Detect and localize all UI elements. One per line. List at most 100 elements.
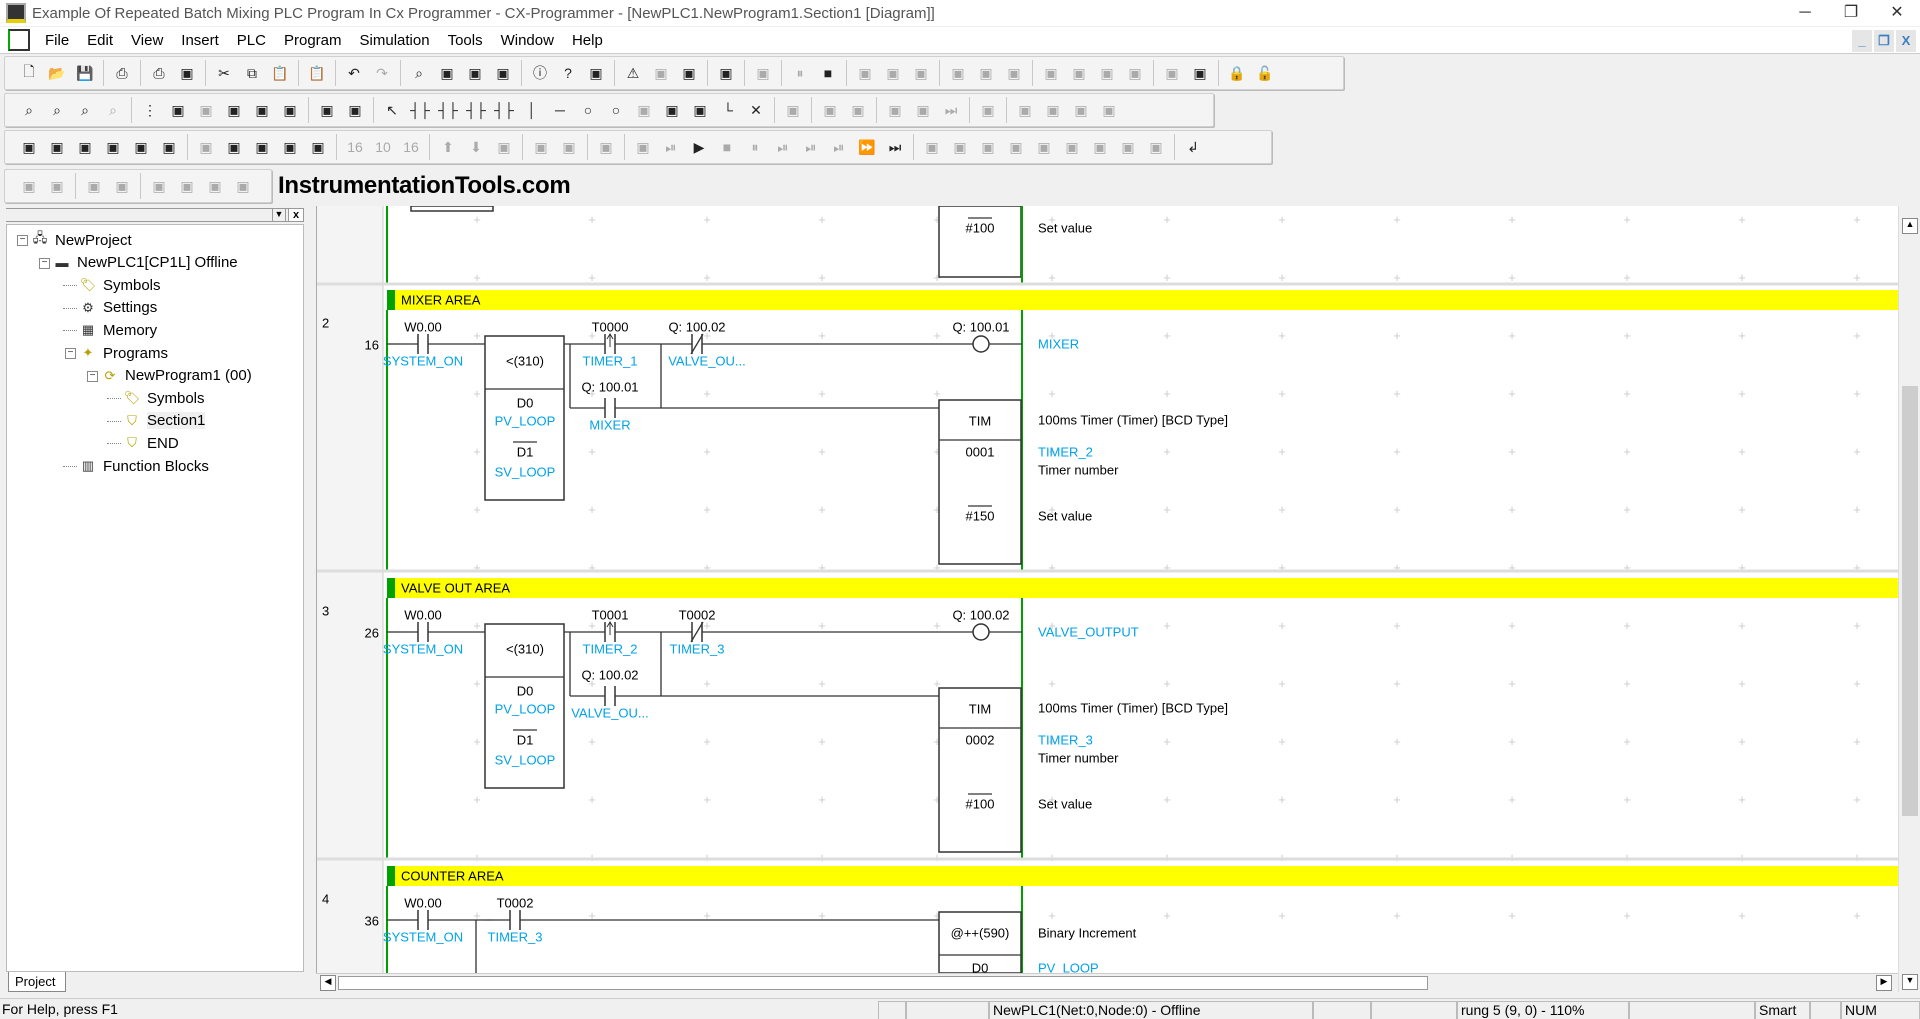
check-icon[interactable]: ▣ [1042, 99, 1064, 121]
break2-icon[interactable]: ▣ [949, 136, 971, 158]
monitor-diff-icon[interactable]: ▣ [493, 136, 515, 158]
menu-plc[interactable]: PLC [228, 32, 275, 49]
break-icon[interactable]: ▣ [921, 136, 943, 158]
vertical-icon[interactable]: │ [521, 99, 543, 121]
trigger3-icon[interactable]: ▣ [1089, 136, 1111, 158]
hand-icon[interactable]: ▣ [632, 136, 654, 158]
dropdown-icon[interactable]: ▼ [272, 208, 286, 222]
stop-icon[interactable]: ■ [817, 62, 839, 84]
list-icon[interactable]: ▣ [83, 175, 105, 197]
menu-program[interactable]: Program [275, 32, 351, 49]
list2-icon[interactable]: ▣ [111, 175, 133, 197]
end-edit-icon[interactable]: ⏭ [940, 99, 962, 121]
break3-icon[interactable]: ▣ [977, 136, 999, 158]
symbols-icon[interactable]: ▣ [223, 136, 245, 158]
verify2-icon[interactable]: ▣ [1098, 99, 1120, 121]
ci-icon[interactable]: ▣ [344, 99, 366, 121]
mdi-minimize-button[interactable]: _ [1852, 30, 1872, 52]
horizontal-scrollbar[interactable]: ◀ ▶ [316, 973, 1898, 992]
online-edit-icon[interactable]: ▣ [782, 99, 804, 121]
watch-icon[interactable]: ▣ [74, 136, 96, 158]
window-icon[interactable]: ▣ [130, 136, 152, 158]
close-panel-icon[interactable]: x [288, 208, 304, 222]
timechart-icon[interactable]: ▣ [1189, 62, 1211, 84]
indent-icon[interactable]: ▣ [18, 175, 40, 197]
contact-no-icon[interactable]: ┤├ [409, 99, 431, 121]
trace3-icon[interactable]: ▣ [204, 175, 226, 197]
io-table-icon[interactable]: ▣ [977, 99, 999, 121]
symbol-table-icon[interactable]: ▣ [251, 99, 273, 121]
tree-item-newproject[interactable]: 🖧 NewProject [31, 229, 132, 251]
redo-icon[interactable]: ↷ [371, 62, 393, 84]
trigger4-icon[interactable]: ▣ [1117, 136, 1139, 158]
cancel-edit-icon[interactable]: ▣ [884, 99, 906, 121]
pause-icon[interactable]: ⏸ [789, 62, 811, 84]
tree-item-newplc1-cp1l-offline[interactable]: ▬ NewPLC1[CP1L] Offline [53, 252, 238, 274]
change-icon[interactable]: ▣ [1124, 62, 1146, 84]
print-icon[interactable]: ⎙ [148, 62, 170, 84]
cancel-force-icon[interactable]: ▣ [1003, 62, 1025, 84]
open-icon[interactable]: 📂 [46, 62, 68, 84]
or-no-icon[interactable]: ┤├ [465, 99, 487, 121]
step-in-icon[interactable]: ⏯ [772, 136, 794, 158]
mnemonic-icon[interactable]: ▣ [279, 136, 301, 158]
undo-icon[interactable]: ↶ [343, 62, 365, 84]
tree-item-section1[interactable]: ⛉ Section1 [123, 410, 206, 432]
copy-icon[interactable]: ⧉ [241, 62, 263, 84]
return-icon[interactable]: ↲ [1182, 136, 1204, 158]
begin-edit-icon[interactable]: ▣ [912, 99, 934, 121]
scroll-right-icon[interactable]: ▶ [1876, 975, 1892, 991]
menu-insert[interactable]: Insert [172, 32, 228, 49]
menu-window[interactable]: Window [492, 32, 563, 49]
run-icon[interactable]: ▶ [688, 136, 710, 158]
contact-nc-icon[interactable]: ┤├ [437, 99, 459, 121]
scroll-left-icon[interactable]: ◀ [320, 975, 336, 991]
coil-icon[interactable]: ○ [577, 99, 599, 121]
tree-item-symbols[interactable]: 🏷 Symbols [123, 387, 205, 409]
sim-icon[interactable]: ▣ [530, 136, 552, 158]
mdi-restore-button[interactable]: ❐ [1874, 30, 1894, 52]
save-icon[interactable]: 💾 [74, 62, 96, 84]
collapse-icon[interactable]: − [87, 370, 98, 382]
online-icon[interactable]: ▣ [650, 62, 672, 84]
tree-icon[interactable]: ▣ [279, 99, 301, 121]
memory-card-icon[interactable]: ▣ [1014, 99, 1036, 121]
trace2-icon[interactable]: ▣ [176, 175, 198, 197]
close-button[interactable]: ✕ [1874, 0, 1920, 26]
select-icon[interactable]: ↖ [381, 99, 403, 121]
upload-icon[interactable]: ▣ [882, 62, 904, 84]
menu-help[interactable]: Help [563, 32, 612, 49]
collapse-icon[interactable]: − [65, 348, 76, 359]
unlock-icon[interactable]: 🔓 [1254, 62, 1276, 84]
compare-icon[interactable]: ▣ [910, 62, 932, 84]
warning-icon[interactable]: ⚠ [622, 62, 644, 84]
collapse-icon[interactable]: − [17, 235, 28, 246]
horizontal-scroll-thumb[interactable] [338, 976, 1428, 990]
tree-item-function-blocks[interactable]: ▥ Function Blocks [79, 455, 209, 477]
build-icon[interactable]: ▣ [46, 136, 68, 158]
download-icon[interactable]: ▣ [847, 99, 869, 121]
task-icon[interactable]: ▣ [595, 136, 617, 158]
paste-icon[interactable]: 📋 [269, 62, 291, 84]
restore-button[interactable]: ❐ [1828, 0, 1874, 26]
trace4-icon[interactable]: ▣ [232, 175, 254, 197]
tree-item-memory[interactable]: ▦ Memory [79, 319, 157, 341]
preview-icon[interactable]: ▣ [176, 62, 198, 84]
menu-simulation[interactable]: Simulation [351, 32, 439, 49]
trigger-icon[interactable]: ▣ [1033, 136, 1055, 158]
force-on-icon[interactable]: ▣ [947, 62, 969, 84]
menu-view[interactable]: View [122, 32, 172, 49]
properties-icon[interactable]: ▣ [158, 136, 180, 158]
info-icon[interactable]: ⓘ [529, 62, 551, 84]
trigger2-icon[interactable]: ▣ [1061, 136, 1083, 158]
up-icon[interactable]: ⬆ [437, 136, 459, 158]
panel-header[interactable]: ▼ x [6, 208, 304, 222]
diagram-icon[interactable]: ▣ [251, 136, 273, 158]
tree-item-programs[interactable]: ✦ Programs [79, 342, 168, 364]
tree-item-newprogram1-00-[interactable]: ⟳ NewProgram1 (00) [101, 365, 252, 387]
fb-icon[interactable]: ▣ [661, 99, 683, 121]
tree-item-settings[interactable]: ⚙ Settings [79, 297, 157, 319]
zoom-fit-icon[interactable]: ⌕ [46, 99, 68, 121]
mdi-close-button[interactable]: X [1896, 30, 1916, 52]
program-check-icon[interactable]: ▣ [752, 62, 774, 84]
